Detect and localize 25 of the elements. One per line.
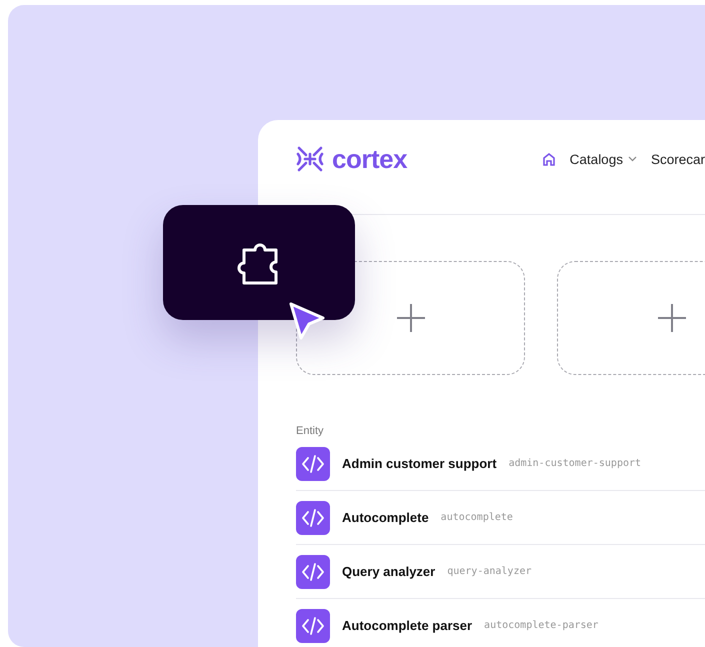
nav-link[interactable]: Catalogs bbox=[570, 152, 637, 166]
list-heading: Entity bbox=[296, 425, 325, 437]
nav-link[interactable]: Scorecar bbox=[650, 152, 705, 166]
entity-name: Autocomplete parser bbox=[342, 618, 472, 633]
plus-icon bbox=[396, 304, 424, 332]
code-icon bbox=[296, 446, 330, 480]
entity-slug: autocomplete bbox=[440, 512, 513, 523]
entity-row[interactable]: Autocomplete autocomplete bbox=[296, 491, 705, 545]
entity-row[interactable]: Query analyzer query-analyzer bbox=[296, 545, 705, 599]
entity-row[interactable]: Autocomplete parser autocomplete-parser bbox=[296, 599, 705, 647]
entity-slug: query-analyzer bbox=[447, 566, 532, 577]
logo-text: cortex bbox=[332, 144, 408, 174]
entity-name: Admin customer support bbox=[342, 456, 497, 471]
entity-slug: admin-customer-support bbox=[508, 458, 642, 469]
home-icon[interactable] bbox=[542, 152, 556, 166]
chevron-icon bbox=[628, 156, 637, 162]
entity-slug: autocomplete-parser bbox=[484, 620, 598, 631]
code-icon bbox=[296, 554, 330, 588]
plus-icon bbox=[658, 304, 686, 332]
code-icon bbox=[296, 500, 330, 534]
logo-icon bbox=[296, 145, 324, 173]
entity-row[interactable]: Admin customer support admin-customer-support bbox=[296, 437, 705, 491]
entity-name: Autocomplete bbox=[342, 510, 429, 525]
code-icon bbox=[296, 608, 330, 642]
entity-name: Query analyzer bbox=[342, 564, 436, 579]
